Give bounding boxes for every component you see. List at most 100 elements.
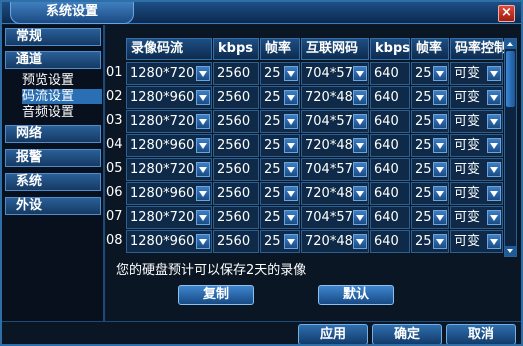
sidebar-item-general[interactable]: 常规 [5, 28, 101, 46]
chevron-down-icon[interactable] [284, 90, 298, 105]
net-kbps-field[interactable]: 640 [370, 86, 410, 109]
chevron-down-icon[interactable] [196, 66, 210, 81]
chevron-down-icon[interactable] [433, 66, 447, 81]
net-fps-select[interactable]: 25 [411, 158, 449, 181]
net-fps-select[interactable]: 25 [411, 206, 449, 229]
chevron-down-icon[interactable] [433, 114, 447, 129]
sidebar-subitem-stream[interactable]: 码流设置 [22, 89, 102, 104]
apply-button[interactable]: 应用 [298, 324, 368, 344]
chevron-down-icon[interactable] [284, 234, 298, 249]
net-fps-select[interactable]: 25 [411, 62, 449, 85]
record-fps-select[interactable]: 25 [260, 230, 300, 253]
record-resolution-select[interactable]: 1280*960 [126, 134, 212, 157]
net-resolution-select[interactable]: 704*576 [301, 158, 369, 181]
net-resolution-select[interactable]: 704*576 [301, 110, 369, 133]
sidebar-item-channel[interactable]: 通道 [5, 51, 101, 69]
bitrate-control-select[interactable]: 可变 [450, 206, 503, 229]
bitrate-control-select[interactable]: 可变 [450, 86, 503, 109]
bitrate-control-select[interactable]: 可变 [450, 182, 503, 205]
chevron-down-icon[interactable] [353, 114, 367, 129]
chevron-down-icon[interactable] [196, 234, 210, 249]
chevron-down-icon[interactable] [487, 138, 501, 153]
chevron-down-icon[interactable] [196, 90, 210, 105]
chevron-down-icon[interactable] [284, 186, 298, 201]
record-resolution-select[interactable]: 1280*960 [126, 182, 212, 205]
record-resolution-select[interactable]: 1280*720 [126, 206, 212, 229]
chevron-down-icon[interactable] [353, 186, 367, 201]
cancel-button[interactable]: 取消 [446, 324, 516, 344]
chevron-down-icon[interactable] [433, 234, 447, 249]
record-fps-select[interactable]: 25 [260, 158, 300, 181]
scroll-thumb[interactable] [506, 51, 515, 107]
chevron-down-icon[interactable] [284, 162, 298, 177]
record-resolution-select[interactable]: 1280*960 [126, 86, 212, 109]
chevron-down-icon[interactable] [433, 138, 447, 153]
chevron-down-icon[interactable] [353, 90, 367, 105]
chevron-down-icon[interactable] [196, 186, 210, 201]
chevron-down-icon[interactable] [487, 114, 501, 129]
net-resolution-select[interactable]: 720*480 [301, 182, 369, 205]
record-kbps-field[interactable]: 2560 [213, 134, 259, 157]
chevron-down-icon[interactable] [487, 162, 501, 177]
bitrate-control-select[interactable]: 可变 [450, 158, 503, 181]
record-kbps-field[interactable]: 2560 [213, 110, 259, 133]
chevron-down-icon[interactable] [284, 138, 298, 153]
record-kbps-field[interactable]: 2560 [213, 230, 259, 253]
chevron-down-icon[interactable] [284, 114, 298, 129]
record-fps-select[interactable]: 25 [260, 86, 300, 109]
record-kbps-field[interactable]: 2560 [213, 62, 259, 85]
chevron-down-icon[interactable] [196, 114, 210, 129]
net-kbps-field[interactable]: 640 [370, 158, 410, 181]
chevron-down-icon[interactable] [487, 186, 501, 201]
net-kbps-field[interactable]: 640 [370, 182, 410, 205]
chevron-down-icon[interactable] [487, 210, 501, 225]
chevron-down-icon[interactable] [487, 234, 501, 249]
net-resolution-select[interactable]: 704*576 [301, 206, 369, 229]
scroll-down-arrow-icon[interactable] [505, 246, 516, 256]
sidebar-item-alarm[interactable]: 报警 [5, 149, 101, 167]
record-fps-select[interactable]: 25 [260, 62, 300, 85]
table-scrollbar[interactable] [504, 38, 517, 257]
record-resolution-select[interactable]: 1280*720 [126, 158, 212, 181]
sidebar-subitem-audio[interactable]: 音频设置 [22, 105, 102, 120]
chevron-down-icon[interactable] [433, 186, 447, 201]
bitrate-control-select[interactable]: 可变 [450, 62, 503, 85]
record-resolution-select[interactable]: 1280*720 [126, 62, 212, 85]
net-kbps-field[interactable]: 640 [370, 62, 410, 85]
chevron-down-icon[interactable] [353, 138, 367, 153]
chevron-down-icon[interactable] [353, 234, 367, 249]
net-resolution-select[interactable]: 704*576 [301, 62, 369, 85]
sidebar-item-system[interactable]: 系统 [5, 173, 101, 191]
chevron-down-icon[interactable] [353, 66, 367, 81]
close-button[interactable]: × [498, 5, 515, 22]
net-resolution-select[interactable]: 720*480 [301, 230, 369, 253]
chevron-down-icon[interactable] [433, 210, 447, 225]
net-fps-select[interactable]: 25 [411, 230, 449, 253]
record-resolution-select[interactable]: 1280*960 [126, 230, 212, 253]
record-kbps-field[interactable]: 2560 [213, 206, 259, 229]
record-resolution-select[interactable]: 1280*720 [126, 110, 212, 133]
chevron-down-icon[interactable] [433, 90, 447, 105]
net-kbps-field[interactable]: 640 [370, 134, 410, 157]
record-fps-select[interactable]: 25 [260, 110, 300, 133]
default-button[interactable]: 默认 [318, 285, 394, 305]
sidebar-subitem-preview[interactable]: 预览设置 [22, 73, 102, 88]
net-kbps-field[interactable]: 640 [370, 110, 410, 133]
chevron-down-icon[interactable] [353, 210, 367, 225]
net-resolution-select[interactable]: 720*480 [301, 134, 369, 157]
chevron-down-icon[interactable] [353, 162, 367, 177]
sidebar-item-peripheral[interactable]: 外设 [5, 197, 101, 215]
sidebar-item-network[interactable]: 网络 [5, 125, 101, 143]
bitrate-control-select[interactable]: 可变 [450, 110, 503, 133]
chevron-down-icon[interactable] [196, 138, 210, 153]
net-kbps-field[interactable]: 640 [370, 230, 410, 253]
record-kbps-field[interactable]: 2560 [213, 182, 259, 205]
net-kbps-field[interactable]: 640 [370, 206, 410, 229]
chevron-down-icon[interactable] [487, 66, 501, 81]
copy-button[interactable]: 复制 [178, 285, 254, 305]
chevron-down-icon[interactable] [284, 66, 298, 81]
chevron-down-icon[interactable] [196, 210, 210, 225]
scroll-up-arrow-icon[interactable] [505, 39, 516, 49]
bitrate-control-select[interactable]: 可变 [450, 134, 503, 157]
net-fps-select[interactable]: 25 [411, 182, 449, 205]
